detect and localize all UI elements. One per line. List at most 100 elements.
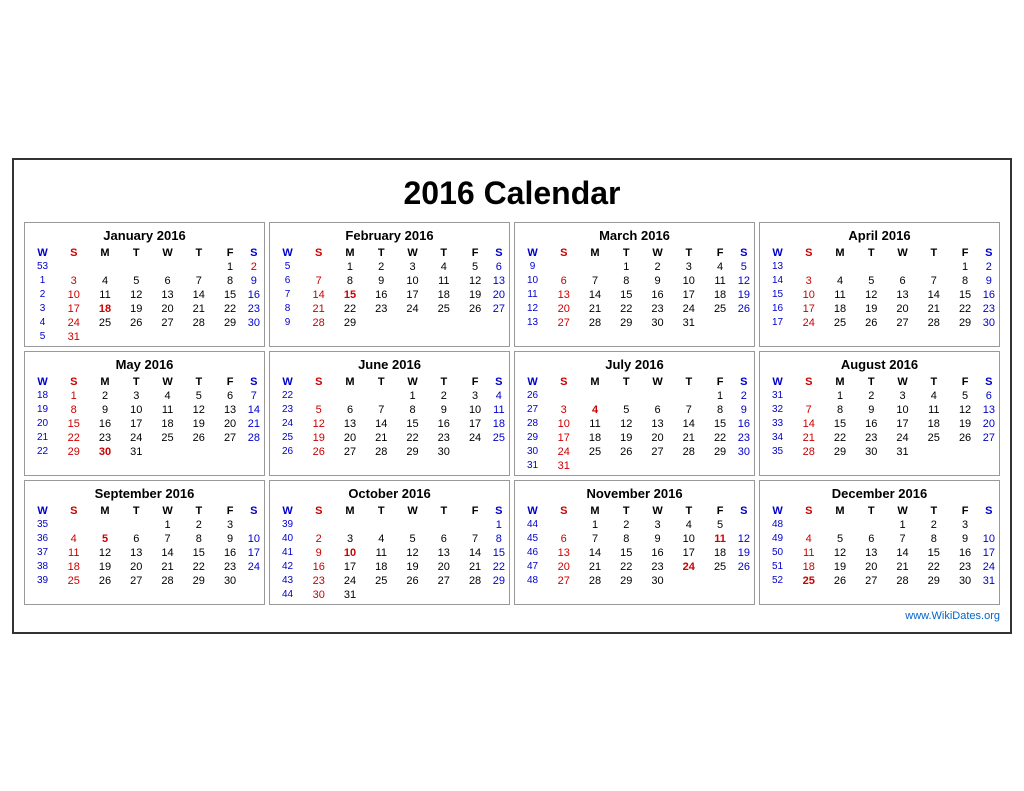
calendar-cell: 9	[856, 403, 887, 417]
calendar-cell: 14	[303, 288, 334, 302]
calendar-cell: 2	[428, 389, 459, 403]
calendar-cell: 13	[762, 260, 793, 274]
calendar-cell: 30	[89, 445, 120, 459]
calendar-cell: 26	[736, 560, 752, 574]
calendar-cell: 24	[793, 316, 824, 330]
calendar-cell: 14	[366, 417, 397, 431]
calendar-cell: 30	[428, 445, 459, 459]
calendar-cell: 21	[887, 560, 918, 574]
column-header: W	[397, 504, 428, 518]
calendar-cell	[246, 518, 262, 532]
column-header: M	[579, 504, 610, 518]
calendar-cell	[673, 574, 704, 588]
month-title: February 2016	[272, 225, 507, 246]
calendar-cell: 19	[303, 431, 334, 445]
calendar-cell: 5	[949, 389, 980, 403]
calendar-cell: 26	[517, 389, 548, 403]
calendar-cell: 25	[491, 431, 507, 445]
column-header: F	[459, 375, 490, 389]
month-block: February 2016WSMTWTFS5123456678910111213…	[269, 222, 510, 347]
calendar-cell: 15	[334, 288, 365, 302]
calendar-cell: 25	[152, 431, 183, 445]
calendar-cell: 24	[673, 560, 704, 574]
calendar-cell	[366, 588, 397, 602]
calendar-cell: 14	[459, 546, 490, 560]
calendar-cell: 12	[824, 546, 855, 560]
calendar-cell: 20	[334, 431, 365, 445]
calendar-cell: 19	[824, 560, 855, 574]
calendar-cell: 18	[824, 302, 855, 316]
month-block: November 2016WSMTWTFS4412345456789101112…	[514, 480, 755, 605]
calendar-cell: 5	[459, 260, 490, 274]
month-block: January 2016WSMTWTFS53121345678921011121…	[24, 222, 265, 347]
calendar-cell: 3	[548, 403, 579, 417]
calendar-grid: January 2016WSMTWTFS53121345678921011121…	[24, 222, 1000, 605]
calendar-cell: 28	[887, 574, 918, 588]
calendar-cell: 2	[366, 260, 397, 274]
calendar-cell: 2	[642, 260, 673, 274]
calendar-cell	[642, 389, 673, 403]
calendar-cell: 23	[949, 560, 980, 574]
column-header: W	[152, 375, 183, 389]
calendar-cell: 20	[981, 417, 997, 431]
column-header: M	[824, 504, 855, 518]
calendar-cell	[459, 445, 490, 459]
column-header: T	[918, 375, 949, 389]
calendar-cell: 14	[183, 288, 214, 302]
calendar-cell: 5	[121, 274, 152, 288]
calendar-cell: 28	[517, 417, 548, 431]
calendar-cell: 15	[397, 417, 428, 431]
month-table: WSMTWTFS48123494567891050111213141516175…	[762, 504, 997, 588]
calendar-cell	[334, 389, 365, 403]
calendar-cell: 9	[214, 532, 245, 546]
calendar-cell: 8	[491, 532, 507, 546]
calendar-cell: 34	[762, 431, 793, 445]
calendar-cell: 23	[246, 302, 262, 316]
calendar-cell: 1	[27, 274, 58, 288]
calendar-cell: 23	[642, 302, 673, 316]
calendar-cell: 6	[214, 389, 245, 403]
calendar-cell: 50	[762, 546, 793, 560]
month-table: WSMTWTFS35123364567891037111213141516173…	[27, 504, 262, 588]
column-header: M	[89, 504, 120, 518]
column-header: W	[517, 375, 548, 389]
column-header: F	[949, 246, 980, 260]
calendar-cell: 14	[918, 288, 949, 302]
month-table: WSMTWTFS18123456719891011121314201516171…	[27, 375, 262, 459]
calendar-cell	[704, 459, 735, 473]
calendar-cell: 26	[736, 302, 752, 316]
calendar-cell: 23	[272, 403, 303, 417]
calendar-cell: 18	[793, 560, 824, 574]
column-header: M	[824, 375, 855, 389]
calendar-cell	[58, 518, 89, 532]
calendar-cell: 14	[579, 546, 610, 560]
calendar-cell: 24	[272, 417, 303, 431]
calendar-cell: 13	[856, 546, 887, 560]
calendar-cell: 18	[58, 560, 89, 574]
calendar-cell: 5	[303, 403, 334, 417]
calendar-cell: 24	[246, 560, 262, 574]
calendar-cell	[183, 330, 214, 344]
calendar-cell: 30	[642, 316, 673, 330]
column-header: T	[856, 375, 887, 389]
calendar-cell: 20	[548, 302, 579, 316]
column-header: S	[736, 246, 752, 260]
column-header: M	[334, 504, 365, 518]
calendar-cell: 25	[89, 316, 120, 330]
calendar-cell: 26	[272, 445, 303, 459]
calendar-cell: 31	[887, 445, 918, 459]
calendar-cell: 4	[579, 403, 610, 417]
column-header: T	[121, 375, 152, 389]
column-header: S	[793, 246, 824, 260]
calendar-cell: 42	[272, 560, 303, 574]
column-header: T	[428, 375, 459, 389]
calendar-cell: 7	[272, 288, 303, 302]
calendar-cell: 9	[949, 532, 980, 546]
calendar-cell: 29	[611, 574, 642, 588]
calendar-cell	[704, 316, 735, 330]
column-header: W	[642, 246, 673, 260]
calendar-cell: 38	[27, 560, 58, 574]
calendar-cell: 24	[673, 302, 704, 316]
calendar-cell: 5	[272, 260, 303, 274]
column-header: W	[642, 375, 673, 389]
